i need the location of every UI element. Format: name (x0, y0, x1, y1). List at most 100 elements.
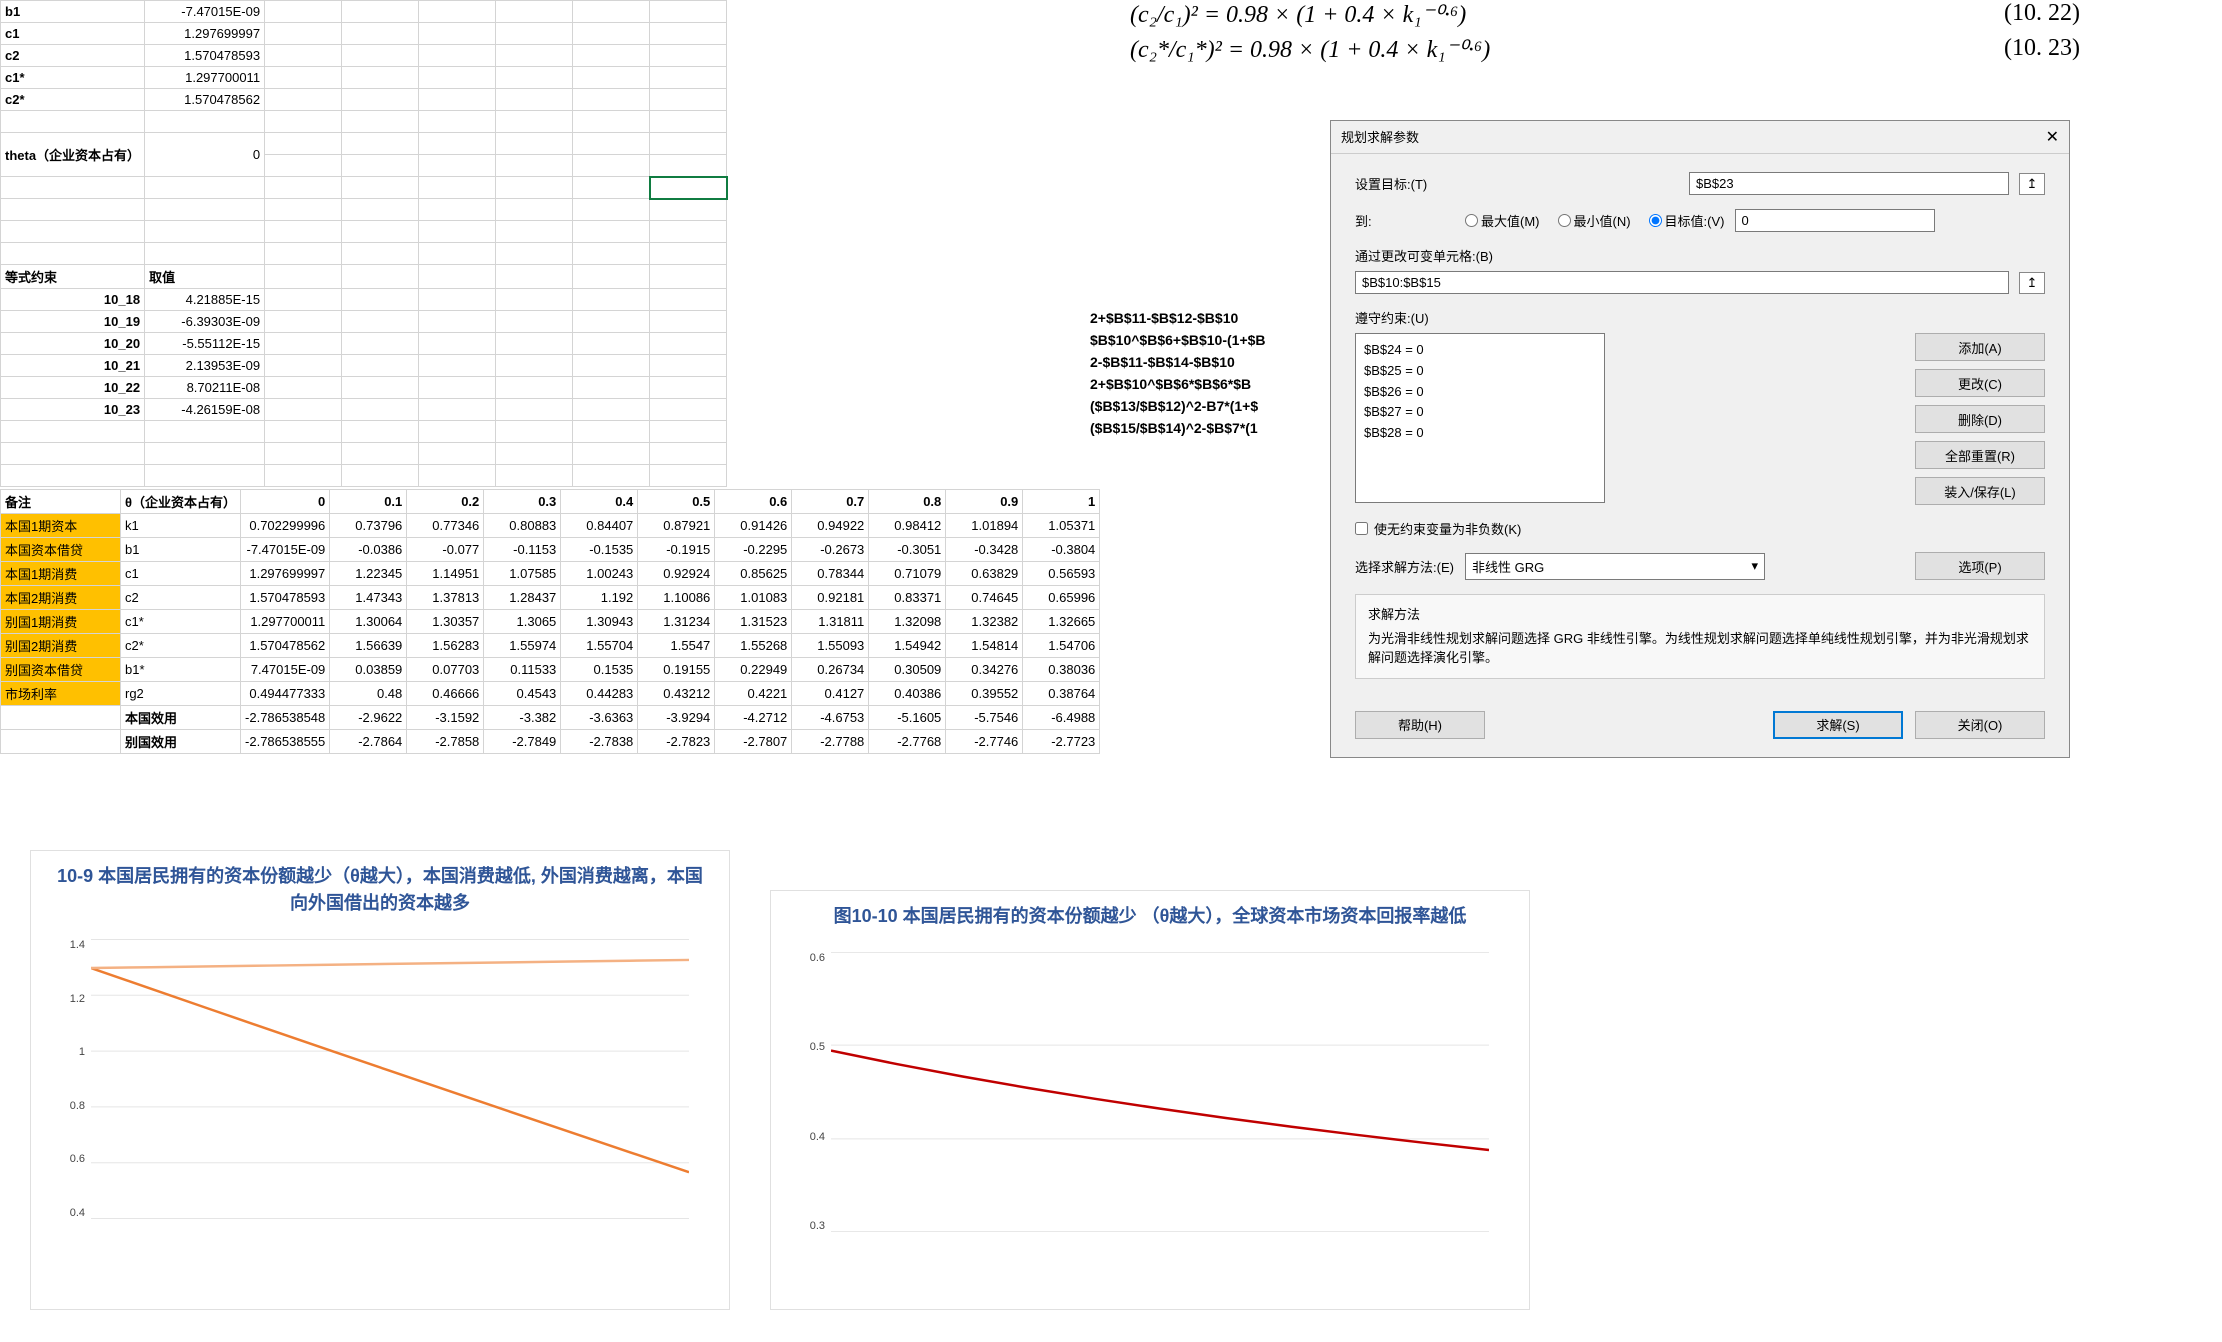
data-cell[interactable]: 1.32665 (1023, 610, 1100, 634)
utility-header[interactable]: 别国效用 (121, 730, 241, 754)
data-cell[interactable]: 1.37813 (407, 586, 484, 610)
data-cell[interactable]: -3.6363 (561, 706, 638, 730)
changing-cells-input[interactable] (1355, 271, 2009, 294)
data-cell[interactable]: 0.19155 (638, 658, 715, 682)
param-value[interactable]: 1.297699997 (145, 23, 265, 45)
data-cell[interactable]: 1.31811 (792, 610, 869, 634)
data-cell[interactable]: -4.6753 (792, 706, 869, 730)
data-cell[interactable]: 0.98412 (869, 514, 946, 538)
data-cell[interactable]: 1.5547 (638, 634, 715, 658)
row-symbol[interactable]: c1 (121, 562, 241, 586)
data-cell[interactable]: -2.7823 (638, 730, 715, 754)
row-symbol[interactable]: c2* (121, 634, 241, 658)
data-cell[interactable]: -0.1153 (484, 538, 561, 562)
utility-header[interactable]: 本国效用 (121, 706, 241, 730)
data-cell[interactable]: -3.9294 (638, 706, 715, 730)
param-value[interactable]: 1.297700011 (145, 67, 265, 89)
data-cell[interactable]: 0.92181 (792, 586, 869, 610)
constraint-row-value[interactable]: 4.21885E-15 (145, 289, 265, 311)
data-cell[interactable]: -0.3051 (869, 538, 946, 562)
data-cell[interactable]: -5.1605 (869, 706, 946, 730)
theta-value-header[interactable]: 0.2 (407, 490, 484, 514)
param-label[interactable]: c1 (1, 23, 145, 45)
row-symbol[interactable]: rg2 (121, 682, 241, 706)
data-cell[interactable]: 1.297699997 (241, 562, 330, 586)
row-header[interactable]: 市场利率 (1, 682, 121, 706)
row-header[interactable]: 别国1期消费 (1, 610, 121, 634)
data-cell[interactable]: 1.570478593 (241, 586, 330, 610)
close-button[interactable]: 关闭(O) (1915, 711, 2045, 739)
row-symbol[interactable]: b1* (121, 658, 241, 682)
range-picker-icon[interactable]: ↥ (2019, 272, 2045, 294)
data-cell[interactable]: -2.7864 (330, 730, 407, 754)
theta-value-header[interactable]: 0.6 (715, 490, 792, 514)
data-cell[interactable]: 1.30943 (561, 610, 638, 634)
data-cell[interactable]: 1.56283 (407, 634, 484, 658)
constraint-header-label[interactable]: 等式约束 (1, 265, 145, 289)
param-value[interactable]: 1.570478593 (145, 45, 265, 67)
data-cell[interactable]: 1.55704 (561, 634, 638, 658)
data-cell[interactable]: 1.192 (561, 586, 638, 610)
row-header[interactable]: 本国1期消费 (1, 562, 121, 586)
theta-value-header[interactable]: 0.4 (561, 490, 638, 514)
data-cell[interactable]: 0.44283 (561, 682, 638, 706)
theta-value-header[interactable]: 1 (1023, 490, 1100, 514)
constraint-item[interactable]: $B$26 = 0 (1364, 382, 1596, 403)
data-cell[interactable]: 0.94922 (792, 514, 869, 538)
constraint-row-value[interactable]: 2.13953E-09 (145, 355, 265, 377)
data-cell[interactable]: 0.85625 (715, 562, 792, 586)
data-cell[interactable]: -2.7768 (869, 730, 946, 754)
theta-col-header[interactable]: θ（企业资本占有） (121, 490, 241, 514)
data-cell[interactable]: 0.87921 (638, 514, 715, 538)
data-cell[interactable]: -3.1592 (407, 706, 484, 730)
memo-cell[interactable]: 备注 (1, 490, 121, 514)
data-cell[interactable]: 1.3065 (484, 610, 561, 634)
data-cell[interactable]: 0.84407 (561, 514, 638, 538)
data-cell[interactable]: 1.31234 (638, 610, 715, 634)
theta-value[interactable]: 0 (145, 133, 265, 177)
chart-10-9[interactable]: 10-9 本国居民拥有的资本份额越少（θ越大），本国消费越低, 外国消费越离，本… (30, 850, 730, 1310)
data-cell[interactable]: -0.2295 (715, 538, 792, 562)
data-cell[interactable]: 1.28437 (484, 586, 561, 610)
row-header[interactable]: 本国1期资本 (1, 514, 121, 538)
data-cell[interactable]: -0.1535 (561, 538, 638, 562)
param-label[interactable]: b1 (1, 1, 145, 23)
data-cell[interactable]: 0.4221 (715, 682, 792, 706)
data-cell[interactable]: -2.786538548 (241, 706, 330, 730)
row-symbol[interactable]: b1 (121, 538, 241, 562)
data-cell[interactable]: 0.63829 (946, 562, 1023, 586)
data-cell[interactable]: 0.494477333 (241, 682, 330, 706)
data-cell[interactable]: -6.4988 (1023, 706, 1100, 730)
data-cell[interactable]: 1.22345 (330, 562, 407, 586)
constraint-row-label[interactable]: 10_21 (1, 355, 145, 377)
param-label[interactable]: c2 (1, 45, 145, 67)
data-cell[interactable]: 1.54706 (1023, 634, 1100, 658)
data-cell[interactable]: 1.05371 (1023, 514, 1100, 538)
data-cell[interactable]: 1.07585 (484, 562, 561, 586)
data-cell[interactable]: -0.0386 (330, 538, 407, 562)
data-cell[interactable]: 1.01894 (946, 514, 1023, 538)
selected-cell[interactable] (650, 177, 727, 199)
data-cell[interactable]: 0.92924 (638, 562, 715, 586)
data-cell[interactable]: -0.2673 (792, 538, 869, 562)
data-cell[interactable]: -2.7849 (484, 730, 561, 754)
data-cell[interactable]: 1.54814 (946, 634, 1023, 658)
data-cell[interactable]: 1.55974 (484, 634, 561, 658)
data-cell[interactable]: -7.47015E-09 (241, 538, 330, 562)
constraint-row-value[interactable]: -5.55112E-15 (145, 333, 265, 355)
theta-value-header[interactable]: 0.8 (869, 490, 946, 514)
target-value-input[interactable] (1735, 209, 1935, 232)
data-cell[interactable]: 0.26734 (792, 658, 869, 682)
chart-10-10[interactable]: 图10-10 本国居民拥有的资本份额越少 （θ越大），全球资本市场资本回报率越低… (770, 890, 1530, 1310)
row-header[interactable]: 本国资本借贷 (1, 538, 121, 562)
constraint-row-label[interactable]: 10_18 (1, 289, 145, 311)
param-value[interactable]: 1.570478562 (145, 89, 265, 111)
param-value[interactable]: -7.47015E-09 (145, 1, 265, 23)
range-picker-icon[interactable]: ↥ (2019, 173, 2045, 195)
data-cell[interactable]: 1.56639 (330, 634, 407, 658)
data-cell[interactable]: 1.570478562 (241, 634, 330, 658)
data-cell[interactable]: 0.83371 (869, 586, 946, 610)
param-label[interactable]: c1* (1, 67, 145, 89)
data-cell[interactable]: 1.55093 (792, 634, 869, 658)
add-button[interactable]: 添加(A) (1915, 333, 2045, 361)
